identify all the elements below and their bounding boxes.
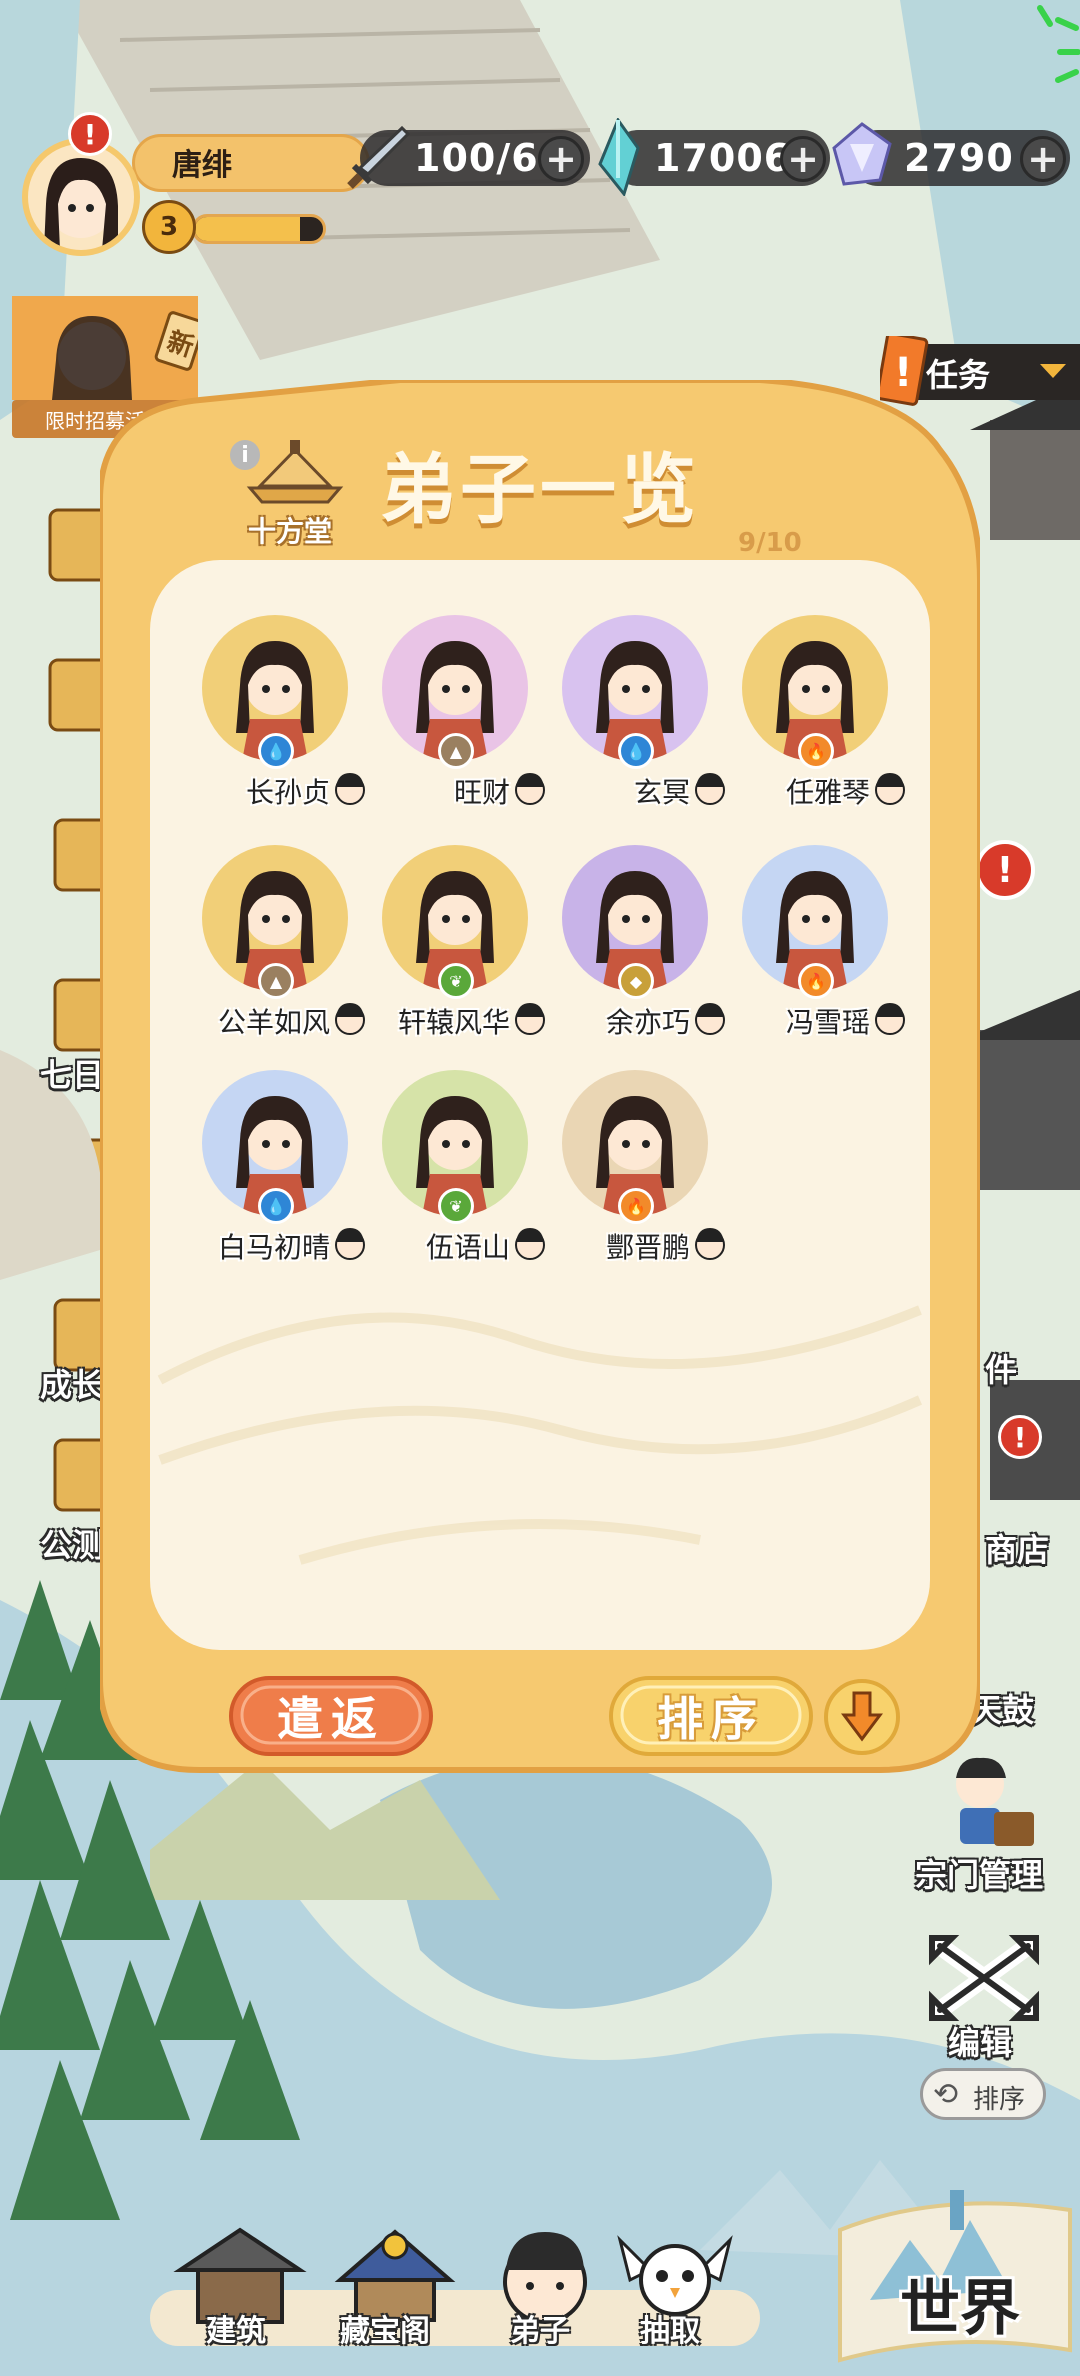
disciple-avatar-small-icon: [872, 771, 908, 805]
metal-element-icon: ◆: [618, 963, 654, 999]
wood-element-icon: ❦: [438, 1188, 474, 1224]
fire-element-icon: 🔥: [798, 963, 834, 999]
disciple-name: 白马初晴: [217, 1231, 330, 1264]
disciple-card[interactable]: ❦ 伍语山: [360, 1070, 550, 1280]
player-avatar[interactable]: [22, 138, 140, 256]
disciple-name: 余亦巧: [605, 1006, 690, 1039]
sort-button[interactable]: 排序: [608, 1675, 814, 1757]
disciple-card[interactable]: 🔥 酆晋鹏: [540, 1070, 730, 1280]
nav-disciples[interactable]: 弟子: [470, 2220, 620, 2360]
loading-spinner-icon: [1037, 5, 1080, 83]
nav-draw[interactable]: 抽取: [610, 2220, 740, 2360]
disciple-grid: 💧 长孙贞 ▲ 旺财 💧 玄冥 🔥 任雅琴 ▲ 公羊如风 ❦ 轩辕风华 ◆ 余亦巧 🔥 冯雪瑶 💧 白马初晴 ❦ 伍语…: [150, 565, 930, 1645]
disciple-name: 酆晋鹏: [605, 1231, 690, 1264]
small-sort-label: 排序: [973, 2085, 1026, 2115]
disciple-card[interactable]: ▲ 旺财: [360, 615, 550, 825]
sort-order-toggle[interactable]: [822, 1677, 902, 1757]
disciple-name: 任雅琴: [785, 776, 870, 809]
disciple-name: 伍语山: [425, 1231, 510, 1264]
jade-resource: 170068 +: [610, 130, 830, 186]
exp-fill: [195, 217, 300, 241]
left-menu-label-2[interactable]: 公测: [40, 1520, 104, 1566]
disciple-card[interactable]: ▲ 公羊如风: [180, 845, 370, 1055]
recall-button[interactable]: 遣返: [228, 1675, 434, 1757]
nav-draw-label: 抽取: [640, 2314, 700, 2349]
right-alert-badge: !: [975, 840, 1035, 900]
shop-alert-badge: !: [998, 1415, 1042, 1459]
disciple-avatar-small-icon: [692, 1226, 728, 1260]
nav-treasury-label: 藏宝阁: [340, 2314, 430, 2349]
player-name: 唐绯: [172, 148, 232, 183]
nav-treasury[interactable]: 藏宝阁: [320, 2220, 470, 2360]
earth-element-icon: ▲: [438, 733, 474, 769]
disciple-card[interactable]: 💧 白马初晴: [180, 1070, 370, 1280]
right-menu-item-1[interactable]: 商店: [985, 1525, 1049, 1571]
player-alert-badge: !: [68, 112, 112, 156]
disciple-card[interactable]: 💧 玄冥: [540, 615, 730, 825]
info-icon[interactable]: i: [230, 440, 260, 470]
gem-value: 2790: [904, 136, 1014, 180]
right-menu-item-0[interactable]: 件: [985, 1345, 1017, 1391]
arrow-down-icon: [824, 1679, 900, 1755]
disciple-card[interactable]: 💧 长孙贞: [180, 615, 370, 825]
wood-element-icon: ❦: [438, 963, 474, 999]
stamina-add-button[interactable]: +: [538, 136, 584, 182]
disciple-name: 长孙贞: [245, 776, 330, 809]
water-element-icon: 💧: [258, 733, 294, 769]
left-menu-label-0[interactable]: 七日: [40, 1050, 104, 1096]
hall-name: 十方堂: [248, 515, 333, 548]
disciple-name: 公羊如风: [217, 1006, 330, 1039]
refresh-icon: ⟲: [933, 2077, 959, 2112]
jade-add-button[interactable]: +: [780, 136, 826, 182]
disciple-card[interactable]: ◆ 余亦巧: [540, 845, 730, 1055]
right-menu-item-3[interactable]: 宗门管理: [915, 1850, 1043, 1896]
fire-element-icon: 🔥: [798, 733, 834, 769]
world-label: 世界: [900, 2274, 1020, 2344]
avatar-portrait: [44, 158, 118, 250]
recall-label: 遣返: [277, 1692, 385, 1746]
disciple-avatar-small-icon: [872, 1001, 908, 1035]
water-element-icon: 💧: [618, 733, 654, 769]
small-sort-button[interactable]: ⟲ 排序: [920, 2068, 1046, 2120]
sword-icon: [347, 125, 410, 189]
jade-crystal-icon: [598, 118, 640, 196]
game-screen: 唐绯 ! 3 100/64 + 170068 + 2790 + 新 限时招募活动…: [0, 0, 1080, 2376]
exp-bar: [192, 214, 326, 244]
disciple-name: 冯雪瑶: [785, 1006, 870, 1039]
nav-build[interactable]: 建筑: [170, 2220, 310, 2360]
nav-build-label: 建筑: [206, 2314, 266, 2349]
player-name-bar: [132, 134, 370, 192]
disciple-name: 轩辕风华: [397, 1006, 510, 1039]
disciple-name: 玄冥: [633, 776, 690, 809]
diamond-icon: [832, 122, 892, 186]
right-menu-item-4[interactable]: 编辑: [948, 2018, 1012, 2064]
gem-add-button[interactable]: +: [1020, 136, 1066, 182]
earth-element-icon: ▲: [258, 963, 294, 999]
disciple-list-panel: i 十方堂 弟子一览 9/10 💧 长孙贞 ▲ 旺财 💧 玄冥 🔥 任雅琴 ▲ 公羊如风 ❦ 轩辕风华…: [100, 380, 980, 1780]
sort-label: 排序: [657, 1692, 765, 1746]
disciple-card[interactable]: 🔥 任雅琴: [720, 615, 910, 825]
water-element-icon: 💧: [258, 1188, 294, 1224]
capacity-count: 9/10: [738, 528, 802, 558]
disciple-card[interactable]: 🔥 冯雪瑶: [720, 845, 910, 1055]
edit-icon[interactable]: [922, 1930, 1046, 2026]
disciple-card[interactable]: ❦ 轩辕风华: [360, 845, 550, 1055]
left-menu-label-1[interactable]: 成长: [40, 1360, 104, 1406]
nav-disciples-label: 弟子: [510, 2314, 570, 2349]
level-badge: 3: [142, 200, 196, 254]
world-map-button[interactable]: 世界: [800, 2150, 1080, 2376]
disciple-name: 旺财: [453, 776, 510, 809]
fire-element-icon: 🔥: [618, 1188, 654, 1224]
player-card[interactable]: 唐绯 ! 3: [22, 112, 370, 256]
panel-title: 弟子一览: [380, 445, 700, 534]
